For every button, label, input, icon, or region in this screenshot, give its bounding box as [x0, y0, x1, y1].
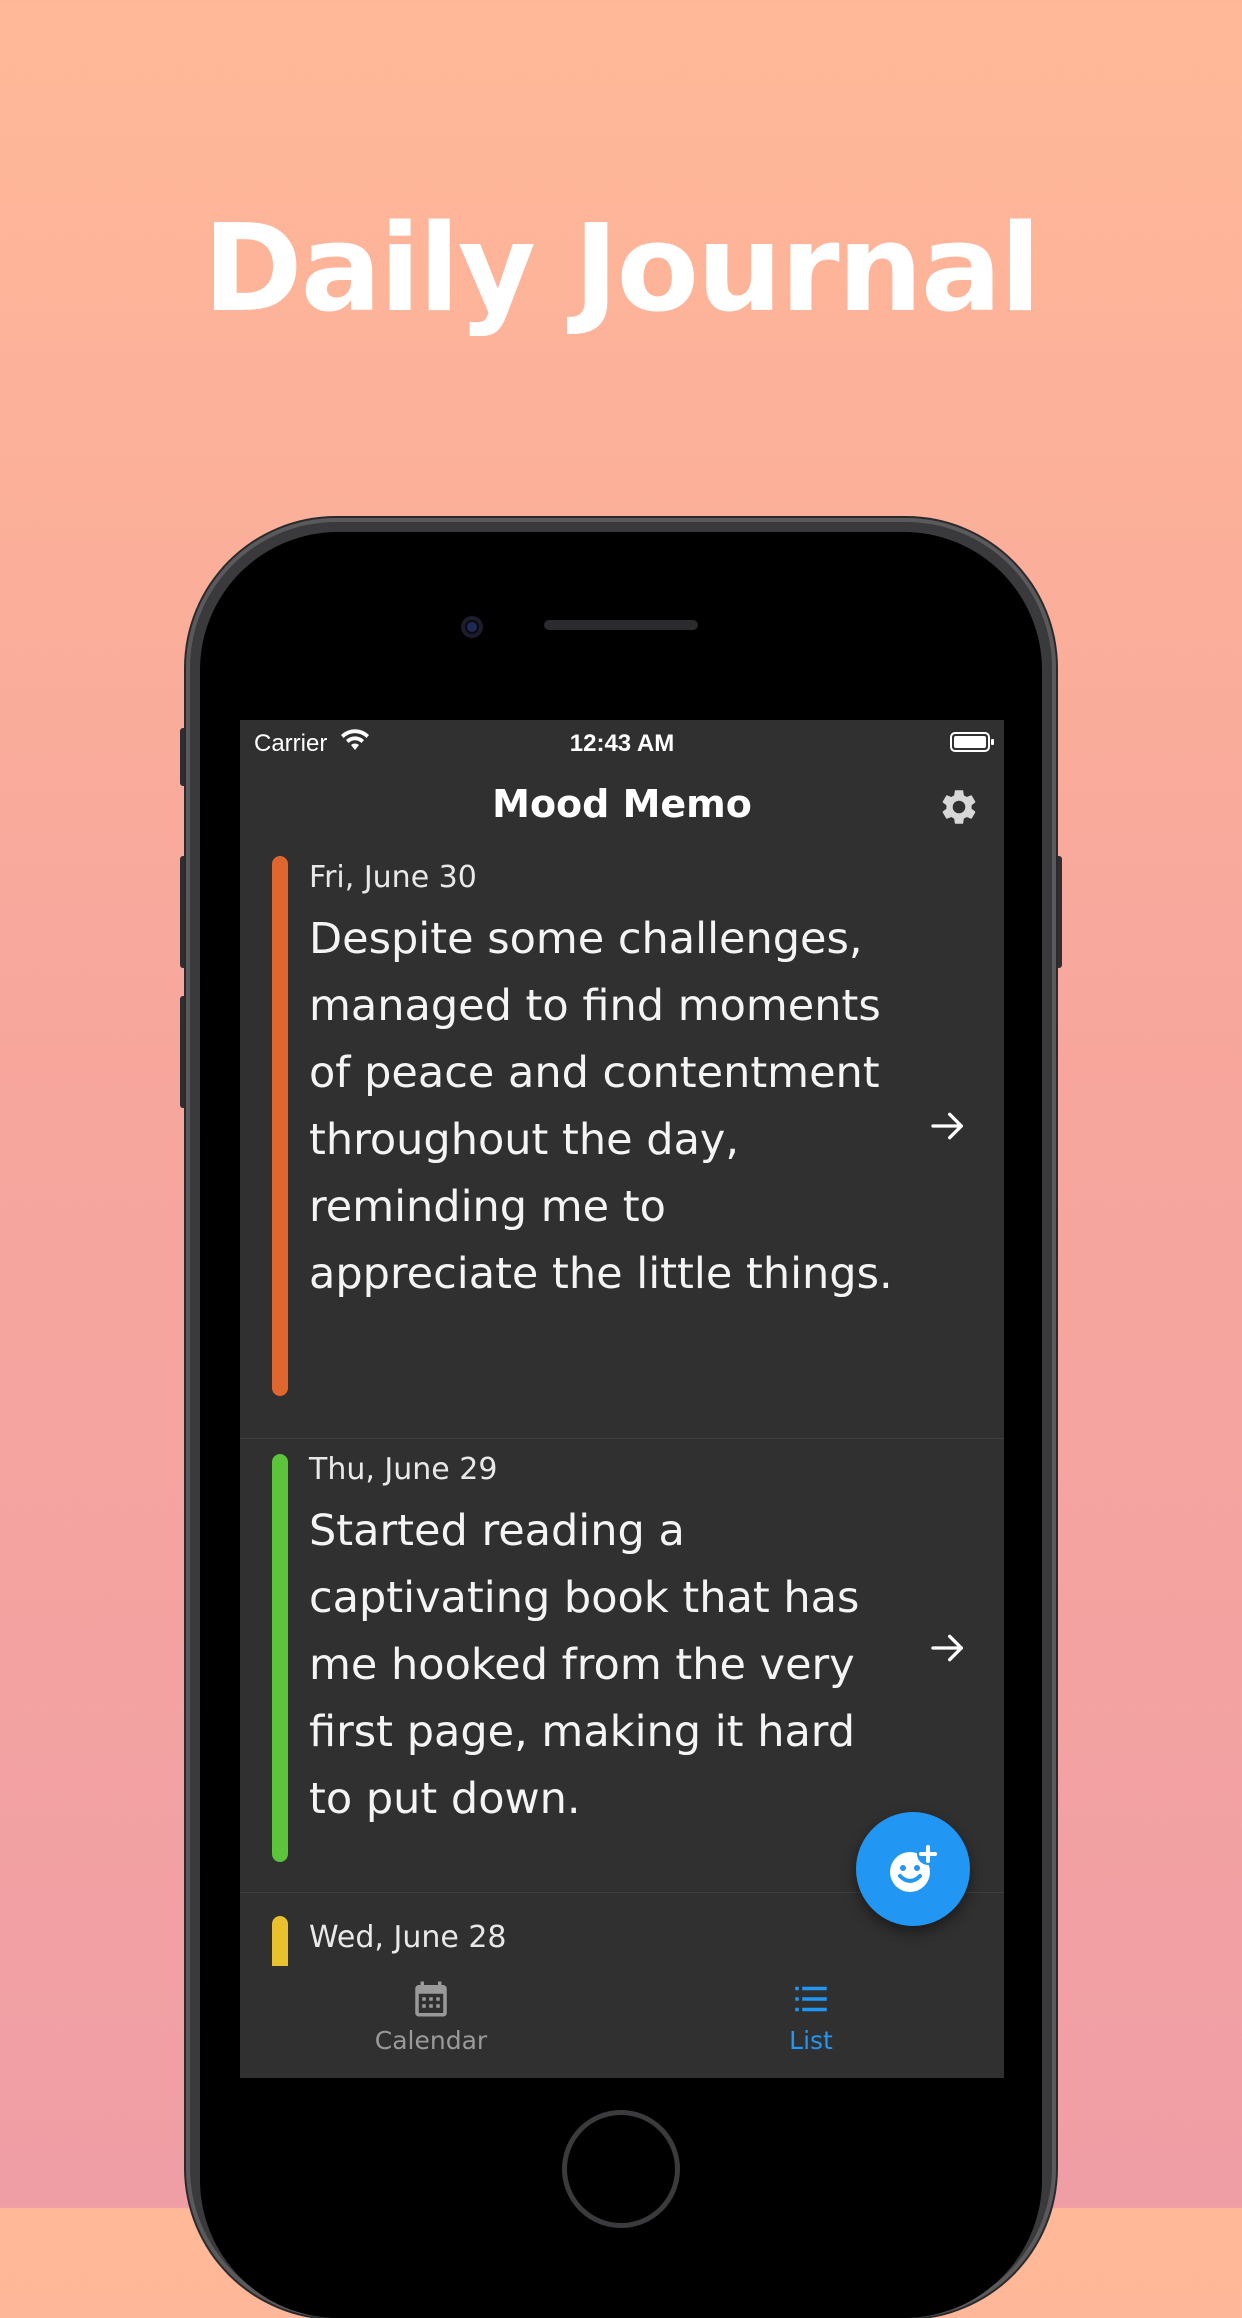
home-button — [562, 2110, 680, 2228]
status-time: 12:43 AM — [569, 730, 675, 757]
add-mood-button[interactable] — [856, 1812, 970, 1926]
bottom-navigation: Calendar List — [240, 1966, 1004, 2078]
nav-item-calendar[interactable]: Calendar — [331, 1978, 531, 2055]
entry-date: Fri, June 30 — [309, 860, 477, 895]
nav-label-list: List — [789, 2026, 833, 2055]
app-screen: Carrier 12:43 AM Mood Memo Fri, June 30 … — [240, 720, 1004, 2078]
list-icon — [795, 1986, 827, 2012]
front-camera — [461, 616, 483, 638]
nav-label-calendar: Calendar — [374, 2026, 488, 2055]
mood-color-bar — [272, 1454, 288, 1862]
app-bar: Mood Memo — [240, 764, 1004, 840]
mood-color-bar — [272, 856, 288, 1396]
add-mood-icon — [890, 1843, 939, 1892]
calendar-icon — [415, 1981, 447, 2017]
entry-date: Wed, June 28 — [309, 1920, 507, 1955]
list-item[interactable]: Fri, June 30 Despite some challenges, ma… — [240, 846, 1004, 1439]
nav-item-list[interactable]: List — [711, 1978, 911, 2055]
arrow-right-icon[interactable] — [928, 1628, 968, 1668]
entry-date: Thu, June 29 — [309, 1452, 498, 1487]
battery-icon — [950, 732, 994, 752]
gear-icon[interactable] — [938, 786, 980, 828]
promo-headline: Daily Journal — [202, 200, 1041, 339]
entry-text: Despite some challenges, managed to find… — [309, 914, 893, 1299]
entry-text: Started reading a captivating book that … — [309, 1506, 860, 1824]
arrow-right-icon[interactable] — [928, 1106, 968, 1146]
earpiece-speaker — [544, 620, 698, 630]
app-title: Mood Memo — [492, 782, 752, 826]
status-bar: Carrier 12:43 AM — [240, 720, 1004, 764]
